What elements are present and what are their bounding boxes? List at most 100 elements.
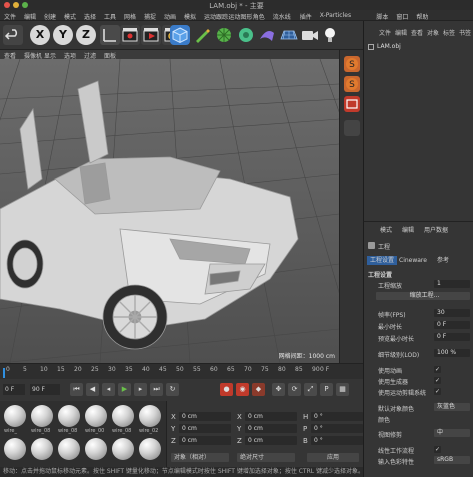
menu-item-13[interactable]: 流水线 [273, 12, 291, 21]
coord-field[interactable]: 0 ° [311, 424, 363, 433]
scale-project-button[interactable]: 缩放工程... [376, 292, 470, 300]
z-axis-toggle[interactable]: Z [76, 25, 96, 45]
menu-item-8[interactable]: 动画 [164, 12, 176, 21]
material-swatch[interactable] [85, 438, 107, 460]
menu-item-5[interactable]: 工具 [104, 12, 116, 21]
material-swatch[interactable] [112, 405, 134, 427]
attr-tab-edit[interactable]: 编辑 [402, 225, 414, 234]
y-axis-toggle[interactable]: Y [53, 25, 73, 45]
material-swatch[interactable] [31, 405, 53, 427]
objects-tab-4[interactable]: 标签 [443, 28, 455, 37]
end-frame-field[interactable]: 90 F [30, 384, 60, 395]
object-name[interactable]: LAM.obj [377, 43, 401, 50]
menu-item-6[interactable]: 网格 [124, 12, 136, 21]
material-swatch[interactable] [139, 438, 161, 460]
menu-item-3[interactable]: 模式 [64, 12, 76, 21]
menu-item-17[interactable]: 窗口 [396, 12, 408, 21]
apply-button[interactable]: 应用 [307, 453, 359, 462]
render-icon[interactable] [141, 25, 161, 45]
goto-end-icon[interactable]: ⏭ [150, 383, 163, 396]
snap-icon[interactable]: S [344, 56, 360, 72]
material-swatch[interactable] [58, 438, 80, 460]
tool-icon[interactable] [344, 120, 360, 136]
coord-field[interactable]: 0 cm [179, 436, 231, 445]
tab-reference[interactable]: 参考 [434, 256, 452, 265]
menu-item-1[interactable]: 编辑 [24, 12, 36, 21]
default-color-dropdown[interactable]: 灰蓝色 [434, 403, 470, 411]
menu-item-12[interactable]: 角色 [253, 12, 265, 21]
input-color-dropdown[interactable]: sRGB [434, 456, 470, 464]
cube-icon[interactable] [170, 25, 190, 45]
menu-item-11[interactable]: 运动图形 [228, 12, 252, 21]
size-mode-dropdown[interactable]: 绝对尺寸 [237, 453, 295, 462]
coord-field[interactable]: 0 cm [245, 436, 297, 445]
keyframe-icon[interactable]: ◆ [252, 383, 265, 396]
objects-tab-5[interactable]: 书签 [459, 28, 471, 37]
menu-item-14[interactable]: 插件 [300, 12, 312, 21]
subdivision-icon[interactable] [214, 25, 234, 45]
coord-field[interactable]: 0 ° [311, 436, 363, 445]
menu-item-16[interactable]: 脚本 [376, 12, 388, 21]
timeline-ruler[interactable]: 0 F 0 5 10 15 20 25 30 35 40 45 50 55 60 65 70 75 80 85 90 [0, 363, 363, 379]
material-swatch[interactable] [4, 405, 26, 427]
lod-field[interactable]: 100 % [434, 349, 470, 357]
coord-mode-dropdown[interactable]: 对象（相对） [171, 453, 229, 462]
coord-field[interactable]: 0 cm [245, 412, 297, 421]
array-icon[interactable] [236, 25, 256, 45]
use-animation-checkbox[interactable]: ✓ [434, 366, 441, 373]
prev-key-icon[interactable]: ◀ [86, 383, 99, 396]
snap-settings-icon[interactable]: S [344, 76, 360, 92]
deformer-icon[interactable] [257, 25, 277, 45]
workplane-icon[interactable] [344, 96, 360, 112]
menu-item-15[interactable]: X-Particles [320, 12, 351, 19]
coord-field[interactable]: 0 cm [179, 412, 231, 421]
loop-icon[interactable]: ↻ [166, 383, 179, 396]
menu-item-18[interactable]: 帮助 [416, 12, 428, 21]
fps-field[interactable]: 30 [434, 309, 470, 317]
menu-item-0[interactable]: 文件 [4, 12, 16, 21]
undo-icon[interactable] [3, 25, 23, 45]
objects-tab-1[interactable]: 编辑 [395, 28, 407, 37]
camera-icon[interactable] [300, 25, 320, 45]
coordinate-system-icon[interactable] [100, 25, 120, 45]
material-swatch[interactable] [112, 438, 134, 460]
pen-icon[interactable] [192, 25, 212, 45]
param-key-icon[interactable]: P [320, 383, 333, 396]
grid-key-icon[interactable]: ▦ [336, 383, 349, 396]
render-view-icon[interactable] [120, 25, 140, 45]
timeline-playhead[interactable] [3, 368, 5, 378]
rotate-key-icon[interactable]: ⟳ [288, 383, 301, 396]
min-time-field[interactable]: 0 F [434, 321, 470, 329]
viewport-canvas[interactable] [0, 59, 339, 363]
menu-item-2[interactable]: 创建 [44, 12, 56, 21]
scale-key-icon[interactable]: ⤢ [304, 383, 317, 396]
menu-item-9[interactable]: 模拟 [184, 12, 196, 21]
material-swatch[interactable] [58, 405, 80, 427]
objects-tab-3[interactable]: 对象 [427, 28, 439, 37]
menu-item-4[interactable]: 选择 [84, 12, 96, 21]
attr-tab-userdata[interactable]: 用户数据 [424, 225, 448, 234]
preview-min-time-field[interactable]: 0 F [434, 333, 470, 341]
material-swatch[interactable] [31, 438, 53, 460]
tab-project-settings[interactable]: 工程设置 [367, 256, 398, 265]
light-icon[interactable] [320, 25, 340, 45]
current-frame-field[interactable]: 0 F [3, 384, 25, 395]
play-icon[interactable]: ▶ [118, 383, 131, 396]
use-generators-checkbox[interactable]: ✓ [434, 377, 441, 384]
attr-tab-mode[interactable]: 模式 [380, 225, 392, 234]
material-swatch[interactable] [139, 405, 161, 427]
coord-field[interactable]: 0 cm [179, 424, 231, 433]
floor-icon[interactable] [279, 25, 299, 45]
next-frame-icon[interactable]: ▸ [134, 383, 147, 396]
menu-item-7[interactable]: 捕捉 [144, 12, 156, 21]
coord-field[interactable]: 0 ° [311, 412, 363, 421]
x-axis-toggle[interactable]: X [30, 25, 50, 45]
linear-workflow-checkbox[interactable]: ✓ [434, 446, 441, 453]
project-scale-field[interactable]: 1 [434, 280, 470, 288]
material-swatch[interactable] [4, 438, 26, 460]
material-swatch[interactable] [85, 405, 107, 427]
3d-viewport[interactable]: 查看 摄像机 显示 选项 过滤 面板 网格间距：1000 cm [0, 50, 339, 363]
record-icon[interactable]: ● [220, 383, 233, 396]
view-clip-dropdown[interactable]: 中 [434, 429, 470, 437]
move-key-icon[interactable]: ✥ [272, 383, 285, 396]
